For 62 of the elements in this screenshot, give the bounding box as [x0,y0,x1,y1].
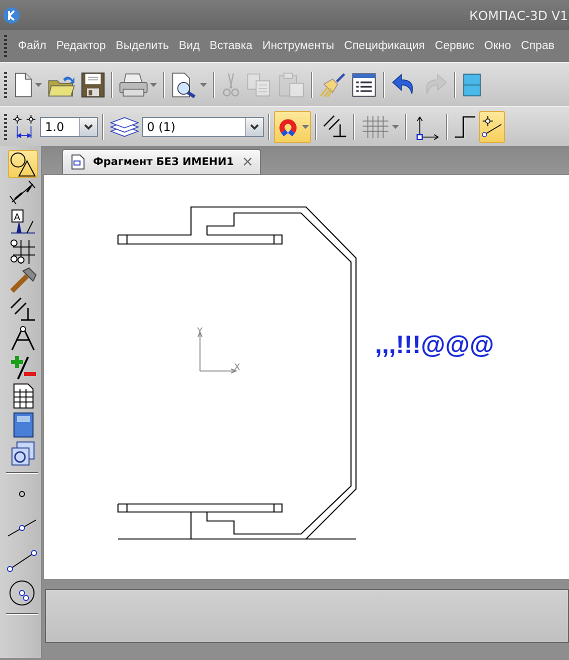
printer-icon [119,72,148,98]
tab-close[interactable]: × [242,154,254,170]
grid-icon [361,114,390,140]
caret-icon [200,82,207,86]
menu-item[interactable]: Вставка [210,40,252,52]
selection-tool[interactable] [8,353,38,381]
menu-item[interactable]: Вид [178,40,200,52]
snap-button[interactable] [274,110,311,142]
point-snap-button[interactable] [479,110,505,142]
hammer-icon [9,267,37,293]
parallel-perpendicular-icon [323,114,347,140]
dimension-arrow-icon [9,180,37,206]
parallel-perpendicular-icon [9,296,37,322]
menu-item[interactable]: Файл [18,40,46,52]
window-title: КОМПАС-3D V1 [469,8,568,22]
segment-endpoints-icon [7,547,37,573]
menu-item[interactable]: Окно [484,40,512,52]
menu-item[interactable]: Спецификация [344,40,425,52]
menu-item[interactable]: Сервис [434,40,474,52]
step-line-icon [454,114,476,140]
caret-icon [392,124,399,128]
canvas-text: ,,,!!!@@@ [375,331,494,360]
dimensions-tool[interactable] [8,179,38,207]
caret-icon [35,82,42,86]
editing-tool[interactable] [8,266,38,294]
document-title: Фрагмент БЕЗ ИМЕНИ1 [93,156,234,168]
clipboard-icon [278,72,305,98]
menu-item[interactable]: Редактор [56,40,106,52]
menu-item[interactable]: Выделить [116,40,169,52]
lattice-icon [9,238,37,264]
chevron-down-icon [250,124,259,130]
line-width-field[interactable]: 1.0 [40,116,98,136]
document-tab[interactable]: Фрагмент БЕЗ ИМЕНИ1 × [62,149,261,174]
icon-letter: A [14,213,20,223]
dimension-points-icon [13,114,37,140]
menu-item[interactable]: Справ [521,40,554,52]
app-logo-icon [3,6,20,24]
notation-tool[interactable]: A [8,208,38,236]
table-icon [351,72,377,98]
brush-icon [319,72,346,98]
document-icon [71,154,85,170]
constraints-tool[interactable] [8,295,38,323]
circle-triangle-icon [9,151,37,177]
copy-icon [246,72,273,98]
caret-icon [150,82,157,86]
snap-points-icon [481,114,503,140]
chevron-down-icon [84,124,93,130]
caret-icon [302,124,309,128]
document-icon [13,72,33,98]
menu-item[interactable]: Инструменты [262,40,334,52]
magnifier-page-icon [171,72,198,98]
layer-field[interactable]: 0 (1) [142,116,264,136]
axis-label: X [234,363,240,373]
geometry-tool[interactable] [8,150,38,178]
circle-center-icon [8,578,36,608]
stacked-sheets-icon [9,441,37,467]
point-icon [18,490,26,498]
parameterization-tool[interactable] [8,237,38,265]
compass-icon [9,325,37,351]
plus-minus-icon [9,354,37,380]
scissors-icon [221,72,241,98]
cabinet-icon [462,72,482,98]
